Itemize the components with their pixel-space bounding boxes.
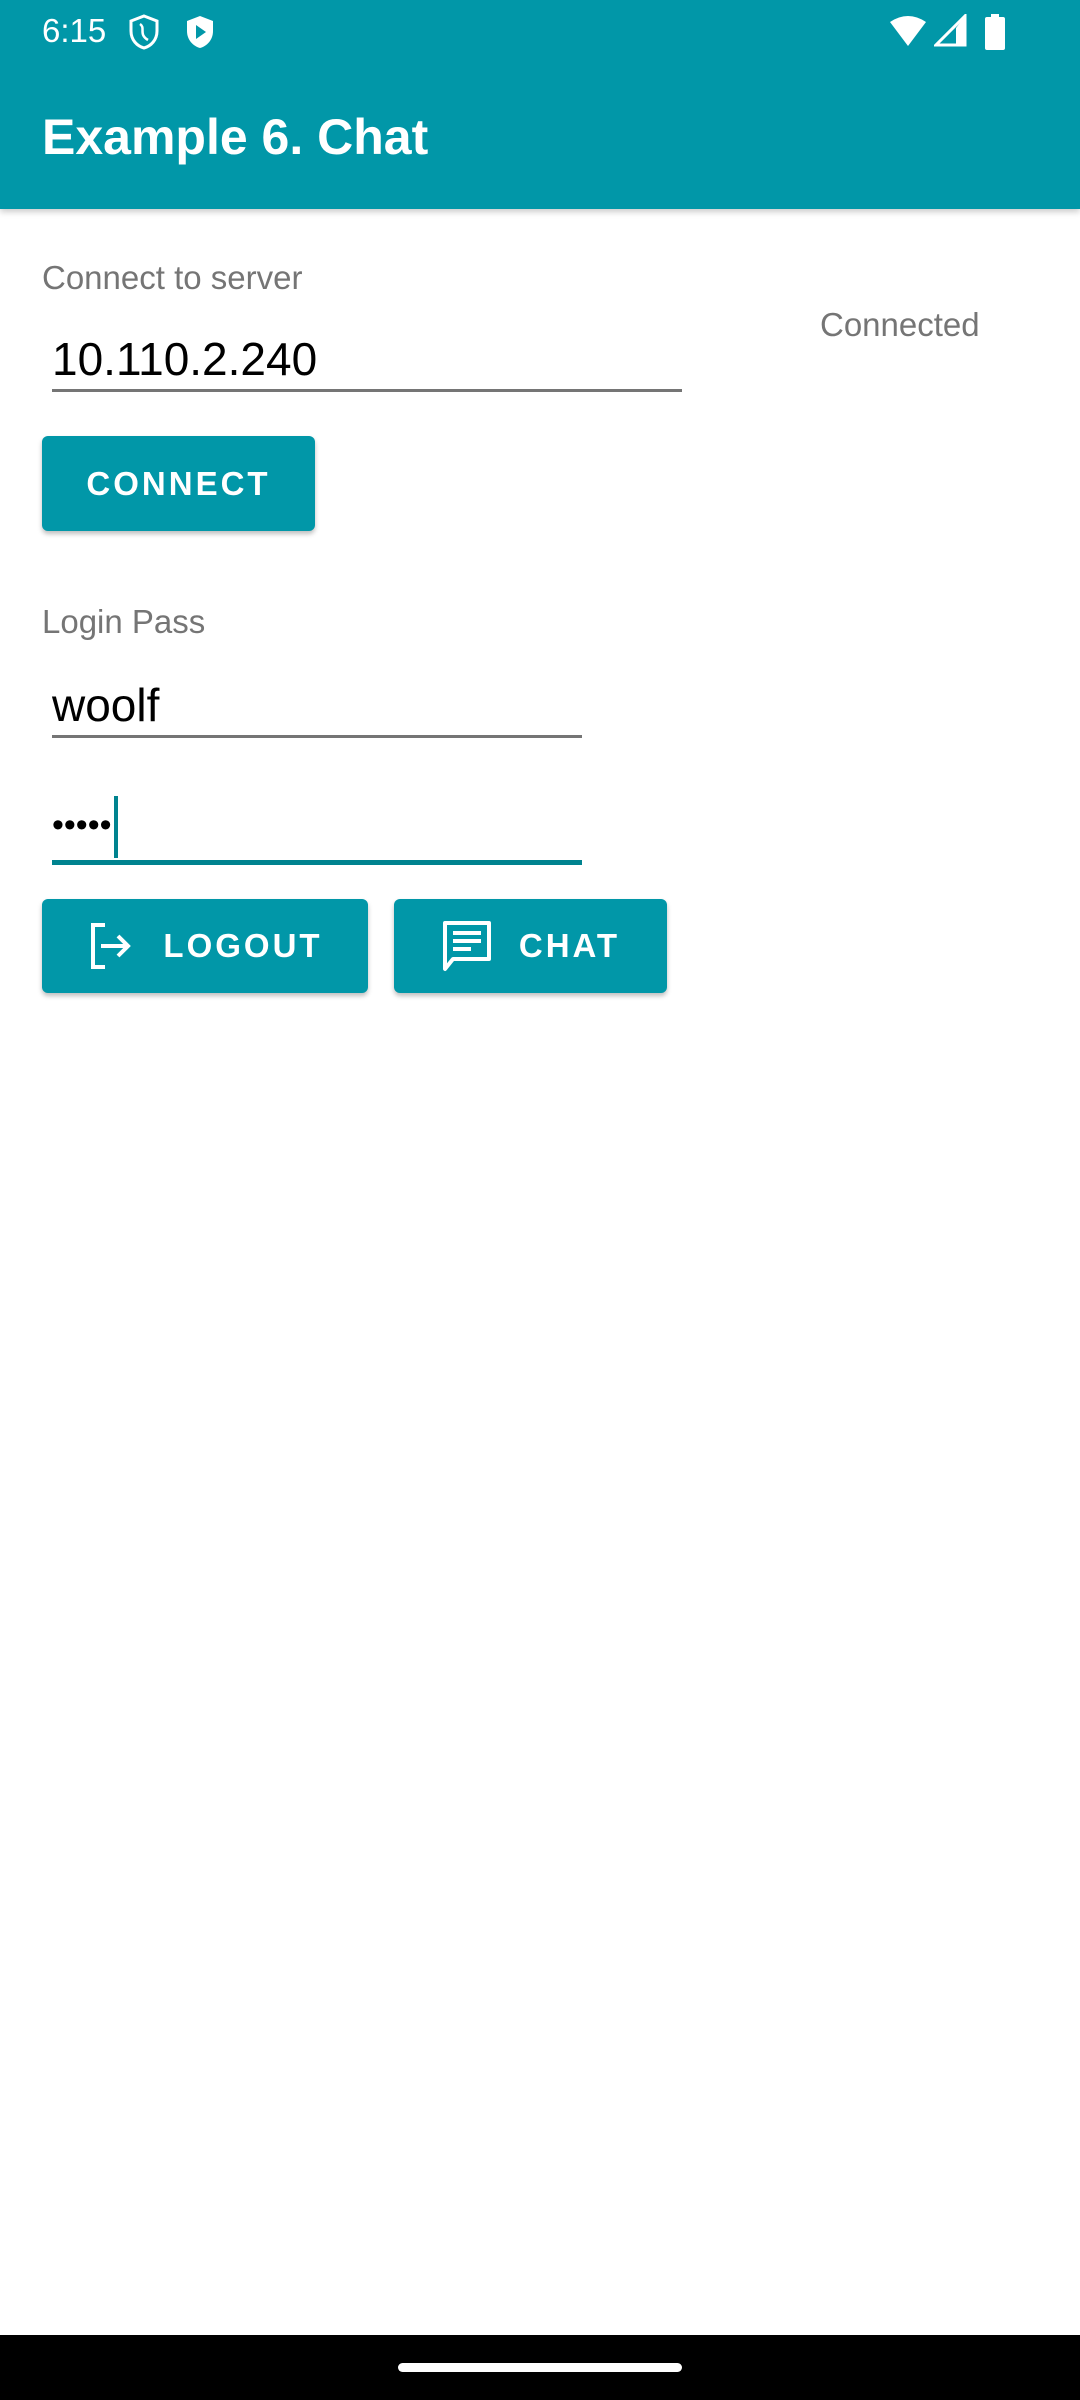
username-input[interactable]: woolf <box>52 680 582 738</box>
chat-label: CHAT <box>518 927 621 964</box>
password-input[interactable]: ••••• <box>52 790 582 865</box>
password-value: ••••• <box>52 806 112 844</box>
server-label: Connect to server <box>42 259 303 296</box>
home-handle[interactable] <box>398 2363 682 2372</box>
server-address-input[interactable]: 10.110.2.240 <box>52 334 682 392</box>
logout-label: LOGOUT <box>163 927 323 964</box>
text-caret <box>113 796 118 859</box>
play-shield-icon <box>187 16 213 48</box>
status-bar: 6:15 <box>0 0 1080 64</box>
battery-icon <box>985 14 1005 50</box>
connection-status: Connected <box>820 306 980 343</box>
wifi-icon <box>890 16 926 46</box>
login-label: Login Pass <box>42 603 206 640</box>
page-title: Example 6. Chat <box>42 109 429 165</box>
connect-label: CONNECT <box>86 464 271 502</box>
chat-icon <box>442 921 491 971</box>
shield-icon <box>129 14 159 50</box>
status-time: 6:15 <box>42 12 107 49</box>
chat-button[interactable]: CHAT <box>394 899 667 993</box>
signal-icon <box>934 14 967 47</box>
app-bar: 6:15 Example 6. Chat <box>0 0 1080 209</box>
logout-icon <box>91 923 132 969</box>
navigation-bar <box>0 2335 1080 2400</box>
connect-button[interactable]: CONNECT <box>42 436 315 531</box>
logout-button[interactable]: LOGOUT <box>42 899 368 993</box>
